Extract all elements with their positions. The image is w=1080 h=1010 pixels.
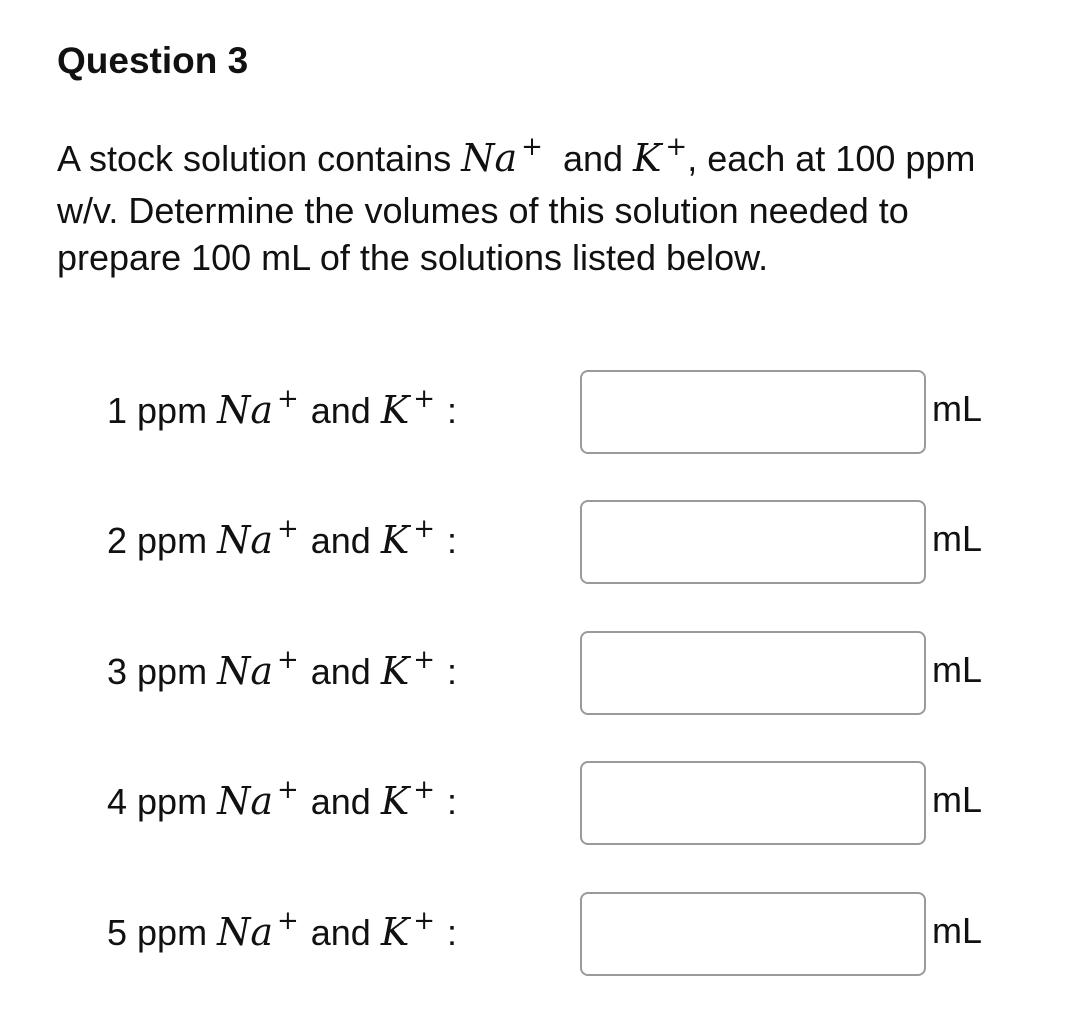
sodium-symbol: Na <box>217 518 273 562</box>
answer-label: 3 ppm Na + and K + : <box>107 645 458 693</box>
charge-plus: + <box>413 514 436 544</box>
answer-row: 4 ppm Na + and K + : mL <box>107 761 1007 845</box>
answer-label: 4 ppm Na + and K + : <box>107 775 458 823</box>
charge-plus: + <box>413 775 436 805</box>
answer-row: 1 ppm Na + and K + : mL <box>107 370 1007 454</box>
question-text: A stock solution contains Na + and K +, ea… <box>57 132 976 278</box>
volume-input-2[interactable] <box>580 500 926 584</box>
potassium-symbol: K <box>633 136 662 180</box>
sodium-symbol: Na <box>217 779 273 823</box>
answer-label: 2 ppm Na + and K + : <box>107 514 458 562</box>
charge-plus: + <box>276 514 299 544</box>
unit-label: mL <box>932 910 983 951</box>
sodium-symbol: Na <box>217 649 273 693</box>
unit-label: mL <box>932 388 983 429</box>
sodium-symbol: Na <box>217 388 273 432</box>
sodium-symbol: Na <box>461 136 518 180</box>
potassium-symbol: K <box>380 649 410 693</box>
answer-label: 5 ppm Na + and K + : <box>107 906 458 954</box>
volume-input-4[interactable] <box>580 761 926 845</box>
charge-plus: + <box>413 906 436 936</box>
volume-input-3[interactable] <box>580 631 926 715</box>
potassium-symbol: K <box>380 518 410 562</box>
answer-row: 5 ppm Na + and K + : mL <box>107 892 1007 976</box>
charge-plus: + <box>276 645 299 675</box>
charge-plus: + <box>665 132 688 162</box>
unit-label: mL <box>932 779 983 820</box>
charge-plus: + <box>276 775 299 805</box>
volume-input-1[interactable] <box>580 370 926 454</box>
potassium-symbol: K <box>380 779 410 823</box>
sodium-symbol: Na <box>217 910 273 954</box>
potassium-symbol: K <box>380 388 410 432</box>
charge-plus: + <box>521 132 543 162</box>
answer-label: 1 ppm Na + and K + : <box>107 384 458 432</box>
answer-row: 2 ppm Na + and K + : mL <box>107 500 1007 584</box>
potassium-symbol: K <box>380 910 410 954</box>
charge-plus: + <box>413 384 436 414</box>
charge-plus: + <box>413 645 436 675</box>
unit-label: mL <box>932 649 983 690</box>
charge-plus: + <box>276 384 299 414</box>
charge-plus: + <box>276 906 299 936</box>
volume-input-5[interactable] <box>580 892 926 976</box>
question-title: Question 3 <box>57 40 249 81</box>
answer-row: 3 ppm Na + and K + : mL <box>107 631 1007 715</box>
unit-label: mL <box>932 518 983 559</box>
